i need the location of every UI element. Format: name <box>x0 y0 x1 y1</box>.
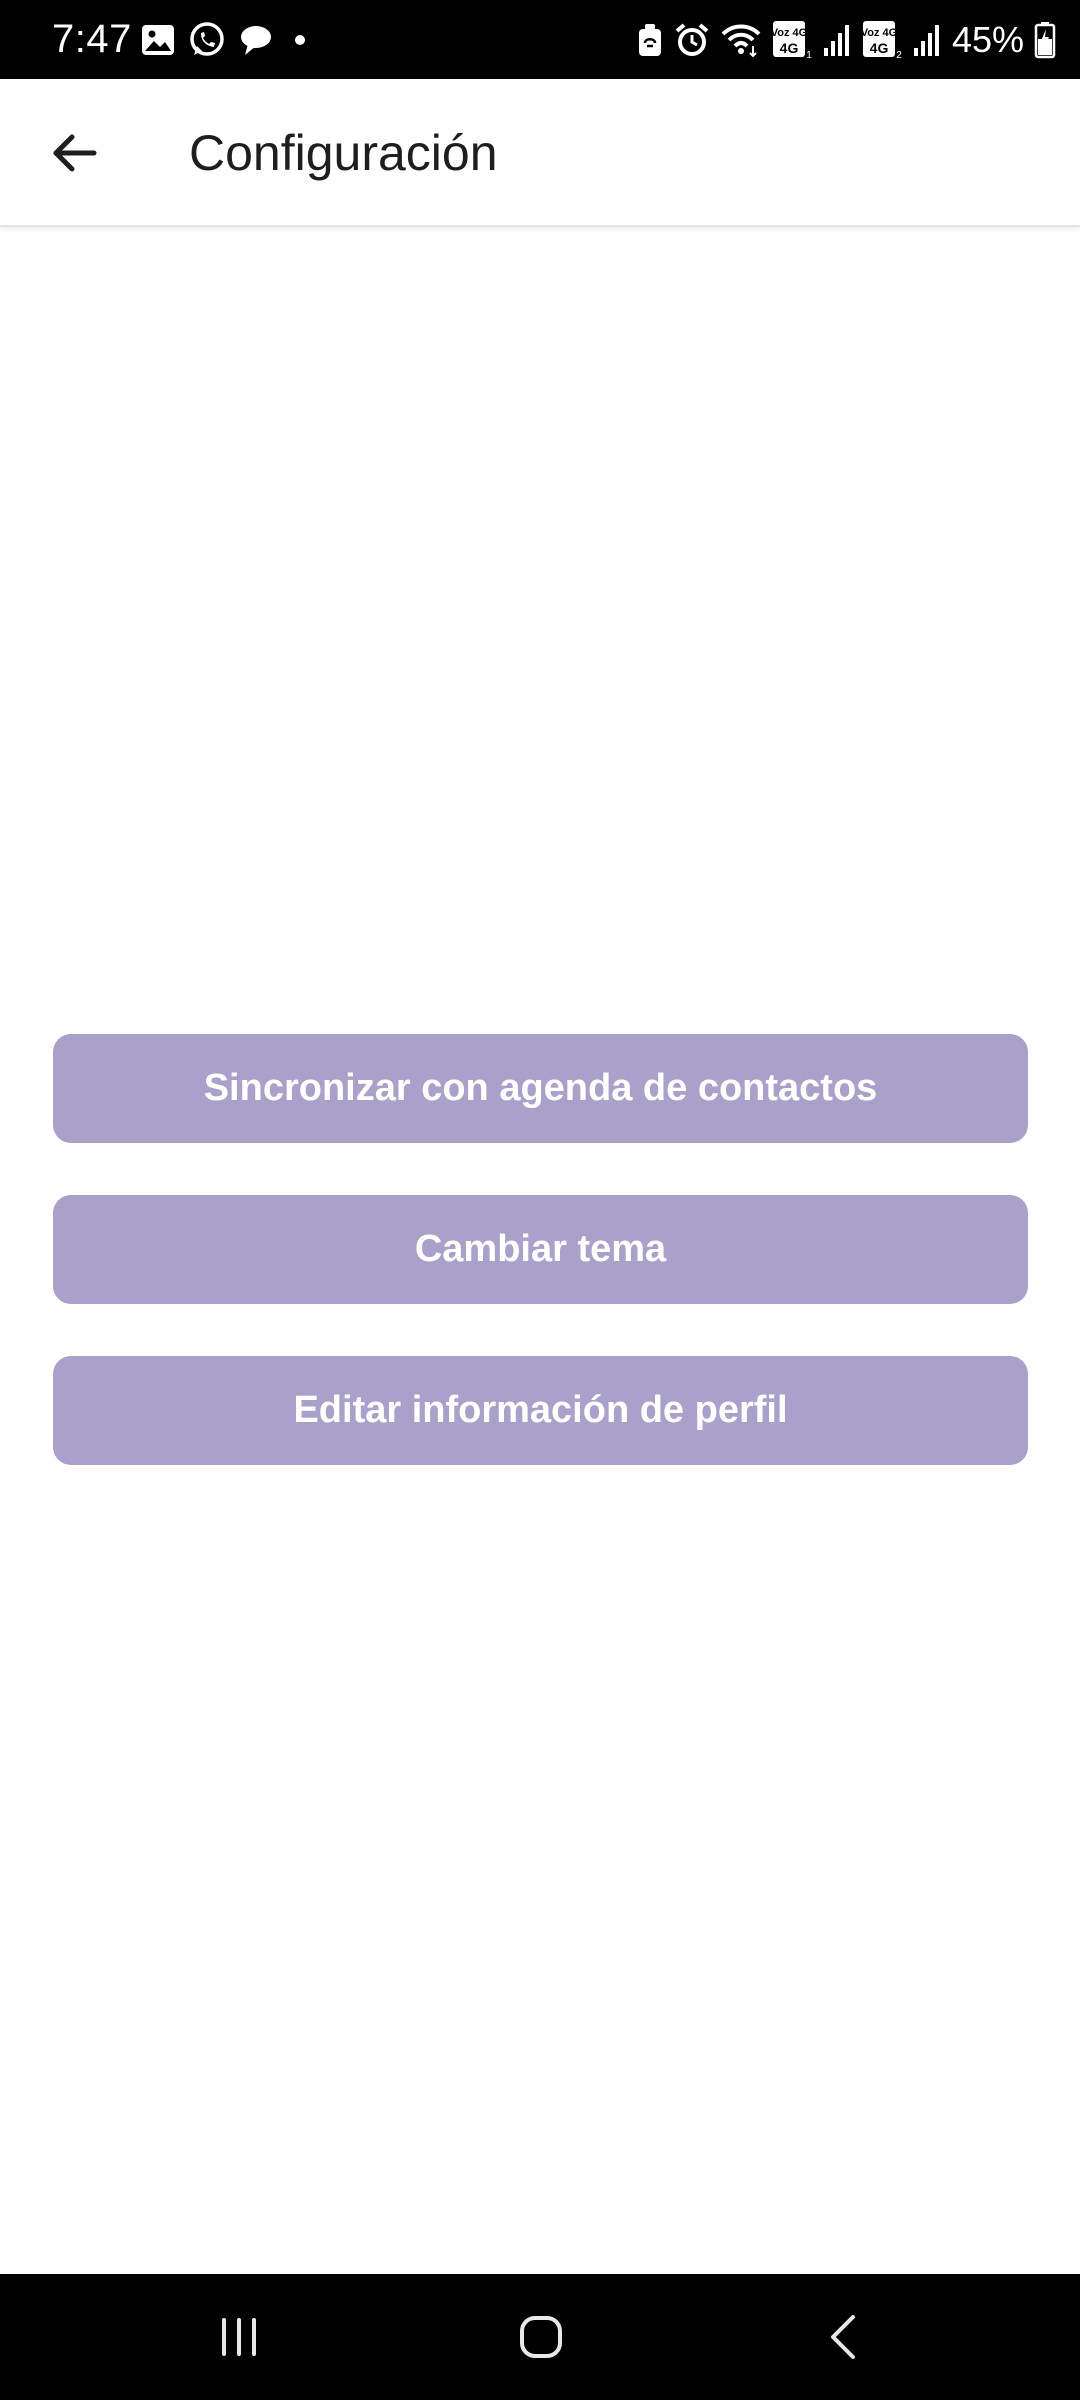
svg-text:1: 1 <box>806 50 812 60</box>
home-icon <box>520 2316 562 2358</box>
home-button[interactable] <box>496 2304 586 2370</box>
volte-label-2: Voz 4G <box>862 27 897 39</box>
nfc-icon <box>636 22 664 58</box>
battery-percent: 45% <box>951 19 1024 60</box>
notification-icons <box>140 18 314 62</box>
arrow-left-icon <box>53 134 97 172</box>
status-time: 7:47 <box>52 17 132 61</box>
system-back-button[interactable] <box>800 2304 890 2370</box>
signal-icon <box>912 22 942 58</box>
recents-icon <box>222 2318 256 2356</box>
status-bar: 7:47 Voz 4G 4G 1 Voz 4G 4G 2 45% <box>0 0 1080 79</box>
svg-text:4G: 4G <box>870 40 889 56</box>
wifi-icon <box>720 22 762 58</box>
system-nav-bar <box>0 2274 1080 2400</box>
page-title: Configuración <box>189 125 498 181</box>
volte-4g-sim2-icon: Voz 4G 4G 2 <box>862 20 902 60</box>
svg-text:4G: 4G <box>780 40 799 56</box>
settings-actions: Sincronizar con agenda de contactos Camb… <box>53 1034 1028 1517</box>
svg-text:2: 2 <box>896 50 902 60</box>
whatsapp-icon <box>188 21 226 59</box>
recents-button[interactable] <box>194 2304 284 2370</box>
chat-bubble-icon <box>238 22 274 58</box>
volte-4g-sim1-icon: Voz 4G 4G 1 <box>772 20 812 60</box>
dot-icon <box>286 26 314 54</box>
change-theme-button[interactable]: Cambiar tema <box>53 1195 1028 1304</box>
edit-profile-button[interactable]: Editar información de perfil <box>53 1356 1028 1465</box>
back-icon <box>831 2315 855 2359</box>
system-icons: Voz 4G 4G 1 Voz 4G 4G 2 45% <box>636 16 1056 64</box>
sync-contacts-button[interactable]: Sincronizar con agenda de contactos <box>53 1034 1028 1143</box>
app-bar: Configuración <box>0 79 1080 227</box>
signal-icon <box>822 22 852 58</box>
settings-screen: 7:47 Voz 4G 4G 1 Voz 4G 4G 2 45% Configu… <box>0 0 1080 2400</box>
alarm-icon <box>674 22 710 58</box>
volte-label-1: Voz 4G <box>772 27 807 39</box>
back-button[interactable] <box>34 117 114 189</box>
gallery-icon <box>140 22 176 58</box>
battery-charging-icon <box>1034 21 1056 59</box>
